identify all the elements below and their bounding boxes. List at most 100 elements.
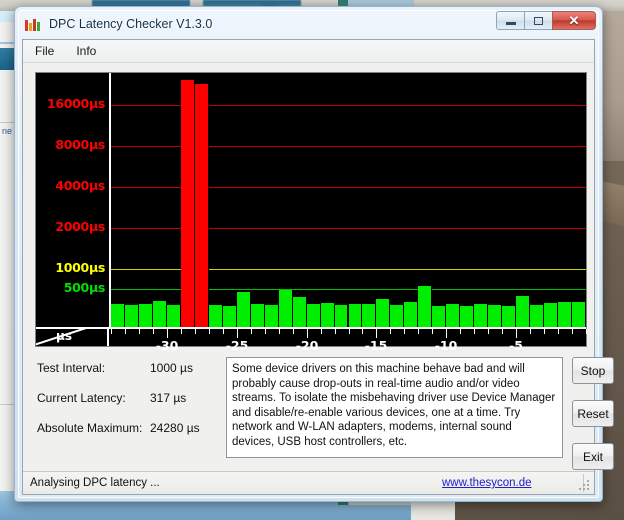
chart-bar bbox=[432, 306, 447, 327]
maximize-button[interactable] bbox=[524, 11, 552, 30]
chart-bar bbox=[250, 304, 265, 327]
chart-bar bbox=[404, 302, 419, 327]
x-axis-label--20: -20 bbox=[295, 338, 319, 353]
chart-bar bbox=[222, 305, 237, 327]
x-tick-major bbox=[516, 329, 517, 338]
x-tick-minor bbox=[349, 329, 350, 334]
menu-bar: File Info bbox=[23, 40, 594, 63]
chart-bar bbox=[544, 302, 559, 327]
chart-bar bbox=[194, 84, 209, 327]
dpc-latency-checker-window: DPC Latency Checker V1.3.0 ✕ File Info 5… bbox=[14, 6, 614, 502]
x-tick-major bbox=[376, 329, 377, 338]
x-axis-label--30: -30 bbox=[155, 338, 179, 353]
chart-bar bbox=[208, 304, 223, 327]
client-area: File Info 500µs 1000µs 2000µs 4000µs 8000µs 1… bbox=[22, 39, 614, 495]
chart-bar bbox=[111, 304, 125, 327]
y-axis-label-8000: 8000µs bbox=[55, 137, 105, 152]
chart-bar bbox=[558, 301, 573, 327]
close-button[interactable]: ✕ bbox=[552, 11, 596, 30]
x-tick-minor bbox=[530, 329, 531, 334]
window-controls: ✕ bbox=[496, 11, 596, 30]
x-tick-major bbox=[446, 329, 447, 338]
chart-bar bbox=[180, 80, 195, 327]
y-axis-label-4000: 4000µs bbox=[55, 178, 105, 193]
x-tick-minor bbox=[125, 329, 126, 334]
chart-bar bbox=[348, 304, 363, 327]
chart-y-axis-unit: µs bbox=[56, 329, 72, 343]
chart-bar bbox=[502, 305, 517, 327]
chart-bar bbox=[376, 298, 391, 327]
x-tick-minor bbox=[279, 329, 280, 334]
absolute-maximum-value: 24280 µs bbox=[150, 421, 200, 435]
x-tick-minor bbox=[544, 329, 545, 334]
chart-bar bbox=[236, 292, 251, 327]
stats-panel: Test Interval: 1000 µs Current Latency: … bbox=[37, 361, 217, 451]
x-tick-minor bbox=[195, 329, 196, 334]
x-tick-minor bbox=[474, 329, 475, 334]
bar-chart-icon bbox=[25, 17, 41, 31]
close-icon: ✕ bbox=[568, 13, 580, 28]
action-buttons: Stop Reset Exit bbox=[572, 357, 614, 470]
x-tick-minor bbox=[265, 329, 266, 334]
chart-bar bbox=[474, 303, 489, 327]
resize-grip-icon[interactable] bbox=[579, 480, 591, 492]
chart-bar bbox=[418, 285, 433, 327]
x-tick-minor bbox=[502, 329, 503, 334]
chart-x-axis: µs s -30 -25 -20 -15 -10 -5 bbox=[36, 327, 587, 353]
x-tick-minor bbox=[432, 329, 433, 334]
exit-button[interactable]: Exit bbox=[572, 443, 614, 470]
chart-bar bbox=[278, 289, 293, 327]
chart-bar bbox=[362, 303, 377, 327]
status-bar: Analysing DPC latency ... www.thesycon.d… bbox=[23, 471, 594, 494]
latency-chart: 500µs 1000µs 2000µs 4000µs 8000µs 16000µs µs … bbox=[35, 72, 587, 353]
y-axis-label-1000: 1000µs bbox=[55, 260, 105, 275]
chart-bar bbox=[460, 305, 475, 327]
stat-row-absolute-maximum: Absolute Maximum: 24280 µs bbox=[37, 421, 217, 451]
x-tick-minor bbox=[153, 329, 154, 334]
chart-bar bbox=[446, 304, 461, 327]
chart-bar bbox=[334, 305, 349, 327]
chart-bar bbox=[264, 304, 279, 327]
x-tick-minor bbox=[418, 329, 419, 334]
x-tick-minor bbox=[390, 329, 391, 334]
window-title: DPC Latency Checker V1.3.0 bbox=[49, 17, 213, 31]
reset-button[interactable]: Reset bbox=[572, 400, 614, 427]
chart-bar bbox=[138, 304, 153, 327]
current-latency-label: Current Latency: bbox=[37, 391, 126, 405]
chart-y-axis-labels: 500µs 1000µs 2000µs 4000µs 8000µs 16000µs bbox=[36, 73, 109, 327]
x-tick-minor bbox=[223, 329, 224, 334]
x-tick-major bbox=[237, 329, 238, 338]
x-tick-minor bbox=[209, 329, 210, 334]
x-tick-minor bbox=[321, 329, 322, 334]
x-tick-minor bbox=[558, 329, 559, 334]
y-axis-label-16000: 16000µs bbox=[46, 96, 105, 111]
current-latency-value: 317 µs bbox=[150, 391, 187, 405]
x-axis-label--10: -10 bbox=[434, 338, 458, 353]
x-tick-minor bbox=[488, 329, 489, 334]
chart-x-axis-unit: s bbox=[88, 343, 95, 346]
chart-x-ticks: -30 -25 -20 -15 -10 -5 bbox=[111, 329, 587, 353]
content-area: 500µs 1000µs 2000µs 4000µs 8000µs 16000µs µs … bbox=[23, 63, 614, 471]
chart-plot-area bbox=[111, 73, 586, 327]
website-link[interactable]: www.thesycon.de bbox=[442, 477, 532, 489]
stop-button[interactable]: Stop bbox=[572, 357, 614, 384]
x-tick-minor bbox=[111, 329, 112, 334]
x-tick-minor bbox=[586, 329, 587, 334]
chart-bar bbox=[488, 304, 503, 327]
chart-bar bbox=[292, 297, 307, 327]
x-tick-minor bbox=[251, 329, 252, 334]
info-message-box: Some device drivers on this machine beha… bbox=[226, 357, 563, 458]
minimize-button[interactable] bbox=[496, 11, 524, 30]
menu-item-info[interactable]: Info bbox=[74, 42, 106, 61]
chart-bar bbox=[124, 304, 139, 327]
chart-bar bbox=[166, 305, 181, 327]
x-tick-minor bbox=[460, 329, 461, 334]
absolute-maximum-label: Absolute Maximum: bbox=[37, 421, 143, 435]
chart-bar bbox=[306, 304, 321, 327]
x-tick-major bbox=[307, 329, 308, 338]
menu-item-file[interactable]: File bbox=[33, 42, 64, 61]
x-tick-minor bbox=[335, 329, 336, 334]
y-axis-label-500: 500µs bbox=[63, 280, 106, 295]
chart-bar bbox=[516, 296, 531, 327]
title-bar[interactable]: DPC Latency Checker V1.3.0 ✕ bbox=[19, 11, 598, 37]
